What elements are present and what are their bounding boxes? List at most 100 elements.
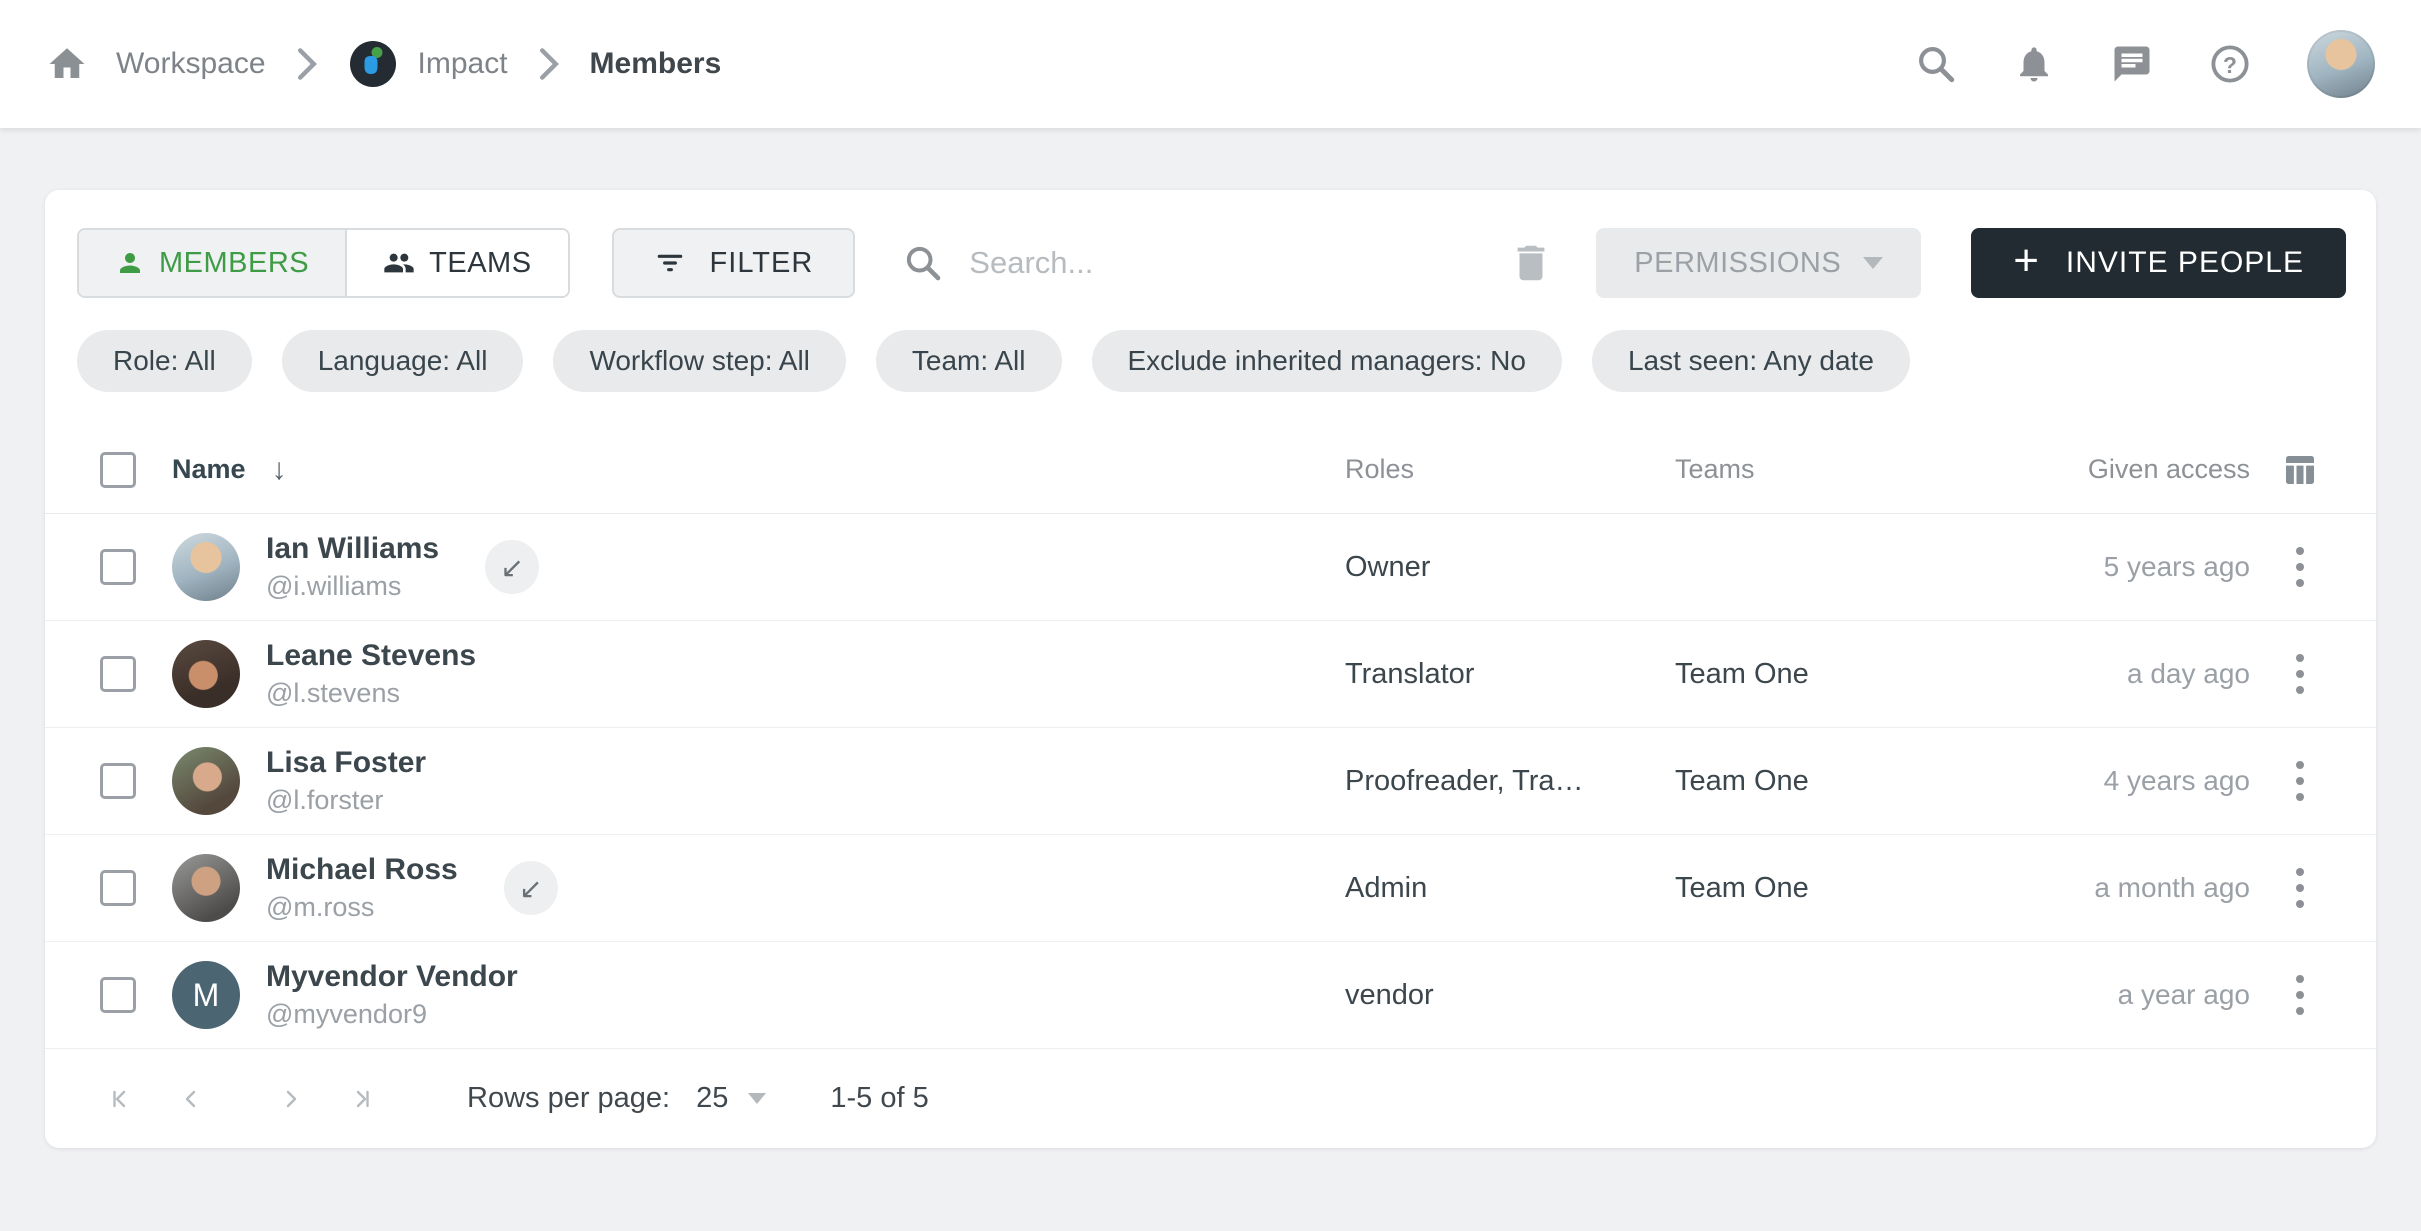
chip-last-seen[interactable]: Last seen: Any date xyxy=(1592,330,1910,392)
pagination-range: 1-5 of 5 xyxy=(830,1082,928,1115)
member-cell[interactable]: Lisa Foster @l.forster xyxy=(172,746,1345,817)
row-menu-icon[interactable] xyxy=(2284,642,2316,706)
row-checkbox[interactable] xyxy=(100,977,136,1013)
column-header-teams: Teams xyxy=(1675,454,1995,485)
member-cell[interactable]: Leane Stevens @l.stevens xyxy=(172,639,1345,710)
row-menu-icon[interactable] xyxy=(2284,963,2316,1027)
breadcrumb-current-page: Members xyxy=(590,47,722,81)
members-panel: MEMBERS TEAMS FILTER PERMISSIONS + INVIT… xyxy=(45,190,2376,1148)
member-cell[interactable]: M Myvendor Vendor @myvendor9 xyxy=(172,960,1345,1031)
tab-members[interactable]: MEMBERS xyxy=(79,230,347,296)
chip-exclude-inherited-managers[interactable]: Exclude inherited managers: No xyxy=(1092,330,1562,392)
last-page-icon[interactable] xyxy=(345,1081,381,1117)
member-avatar-initial: M xyxy=(172,961,240,1029)
row-menu-icon[interactable] xyxy=(2284,856,2316,920)
tab-teams[interactable]: TEAMS xyxy=(347,230,567,296)
permissions-button[interactable]: PERMISSIONS xyxy=(1596,228,1921,298)
inherited-access-icon: ↙ xyxy=(504,861,558,915)
member-cell[interactable]: Michael Ross @m.ross ↙ xyxy=(172,853,1345,924)
rows-per-page-value: 25 xyxy=(696,1082,728,1115)
member-name: Myvendor Vendor xyxy=(266,960,518,995)
member-roles: Proofreader, Tra… xyxy=(1345,765,1675,798)
table-row: Michael Ross @m.ross ↙ Admin Team One a … xyxy=(45,835,2376,942)
first-page-icon[interactable] xyxy=(101,1081,137,1117)
column-header-name[interactable]: Name ↓ xyxy=(172,453,1345,487)
delete-icon[interactable] xyxy=(1508,240,1554,286)
permissions-button-label: PERMISSIONS xyxy=(1634,247,1841,280)
member-avatar xyxy=(172,854,240,922)
column-settings-icon[interactable] xyxy=(2279,449,2321,491)
column-name-label: Name xyxy=(172,454,246,485)
table-row: M Myvendor Vendor @myvendor9 vendor a ye… xyxy=(45,942,2376,1049)
filter-button-label: FILTER xyxy=(710,247,814,280)
row-checkbox[interactable] xyxy=(100,870,136,906)
previous-page-icon[interactable] xyxy=(173,1081,209,1117)
member-teams: Team One xyxy=(1675,658,1995,691)
filter-chips-row: Role: All Language: All Workflow step: A… xyxy=(45,324,2376,426)
member-given-access: a year ago xyxy=(1995,979,2250,1011)
tab-teams-label: TEAMS xyxy=(429,247,531,280)
row-checkbox[interactable] xyxy=(100,656,136,692)
member-teams: Team One xyxy=(1675,872,1995,905)
row-menu-icon[interactable] xyxy=(2284,749,2316,813)
member-roles: vendor xyxy=(1345,979,1675,1012)
inherited-access-icon: ↙ xyxy=(485,540,539,594)
member-teams: Team One xyxy=(1675,765,1995,798)
column-header-roles: Roles xyxy=(1345,454,1675,485)
rows-per-page-label: Rows per page: xyxy=(467,1082,670,1115)
top-navigation-bar: Workspace Impact Members ? xyxy=(0,0,2421,128)
help-icon[interactable]: ? xyxy=(2209,43,2251,85)
table-row: Leane Stevens @l.stevens Translator Team… xyxy=(45,621,2376,728)
member-name: Leane Stevens xyxy=(266,639,476,674)
member-username: @myvendor9 xyxy=(266,999,518,1030)
table-header: Name ↓ Roles Teams Given access xyxy=(45,426,2376,514)
row-checkbox[interactable] xyxy=(100,763,136,799)
member-avatar xyxy=(172,747,240,815)
chat-icon[interactable] xyxy=(2111,43,2153,85)
filter-button[interactable]: FILTER xyxy=(612,228,856,298)
svg-text:?: ? xyxy=(2223,52,2237,78)
chip-team[interactable]: Team: All xyxy=(876,330,1062,392)
select-all-checkbox[interactable] xyxy=(100,452,136,488)
member-avatar xyxy=(172,533,240,601)
member-given-access: 5 years ago xyxy=(1995,551,2250,583)
chevron-right-icon xyxy=(538,47,560,81)
chip-workflow-step[interactable]: Workflow step: All xyxy=(553,330,845,392)
row-checkbox[interactable] xyxy=(100,549,136,585)
home-icon[interactable] xyxy=(46,43,88,85)
search-icon[interactable] xyxy=(1915,43,1957,85)
member-given-access: 4 years ago xyxy=(1995,765,2250,797)
member-avatar xyxy=(172,640,240,708)
invite-people-button[interactable]: + INVITE PEOPLE xyxy=(1971,228,2346,298)
rows-per-page-select[interactable]: 25 xyxy=(696,1082,766,1115)
search-input-icon xyxy=(903,243,943,283)
member-username: @m.ross xyxy=(266,892,458,923)
member-name: Lisa Foster xyxy=(266,746,426,781)
member-given-access: a month ago xyxy=(1995,872,2250,904)
member-username: @l.forster xyxy=(266,785,426,816)
breadcrumb-workspace[interactable]: Workspace xyxy=(116,47,266,81)
member-roles: Translator xyxy=(1345,658,1675,691)
notifications-bell-icon[interactable] xyxy=(2013,43,2055,85)
member-name: Ian Williams xyxy=(266,532,439,567)
caret-down-icon xyxy=(748,1093,766,1104)
invite-people-label: INVITE PEOPLE xyxy=(2066,246,2304,280)
chip-role[interactable]: Role: All xyxy=(77,330,252,392)
next-page-icon[interactable] xyxy=(273,1081,309,1117)
member-roles: Admin xyxy=(1345,872,1675,905)
chip-language[interactable]: Language: All xyxy=(282,330,524,392)
row-menu-icon[interactable] xyxy=(2284,535,2316,599)
caret-down-icon xyxy=(1863,257,1883,269)
people-icon xyxy=(383,247,415,279)
table-row: Ian Williams @i.williams ↙ Owner 5 years… xyxy=(45,514,2376,621)
member-username: @i.williams xyxy=(266,571,439,602)
member-cell[interactable]: Ian Williams @i.williams ↙ xyxy=(172,532,1345,603)
user-avatar[interactable] xyxy=(2307,30,2375,98)
member-roles: Owner xyxy=(1345,551,1675,584)
tab-members-label: MEMBERS xyxy=(159,247,309,280)
search-input[interactable] xyxy=(969,245,1498,281)
breadcrumb-project[interactable]: Impact xyxy=(418,47,508,81)
column-header-given-access: Given access xyxy=(1995,454,2250,485)
project-avatar-icon xyxy=(350,41,396,87)
filter-icon xyxy=(654,247,686,279)
